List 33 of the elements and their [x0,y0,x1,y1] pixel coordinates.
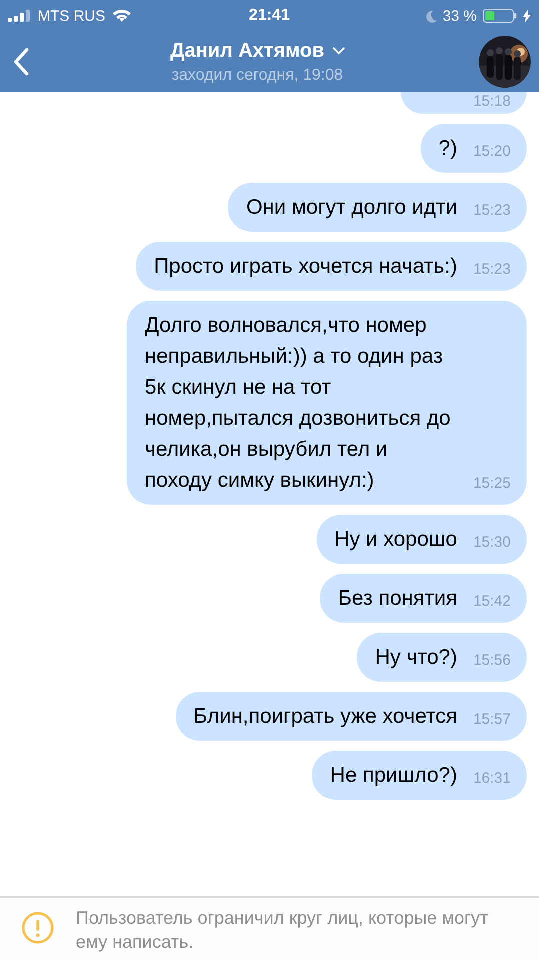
message-time: 16:31 [473,769,511,789]
message-time: 15:25 [473,474,511,494]
message-time: 15:23 [473,201,511,221]
message-time: 15:30 [473,533,511,553]
charging-icon [523,10,532,22]
battery-icon [483,9,518,23]
message-text: Просто играть хочется начать:) [154,254,458,280]
message-time: 15:57 [473,710,511,730]
message-text: Ну что?) [375,645,458,671]
message-text: Ну и хорошо [334,527,458,553]
warning-icon [22,912,54,944]
back-icon [13,48,29,76]
message-time: 15:42 [473,592,511,612]
contact-name[interactable]: Данил Ахтямов [170,40,325,62]
battery-percent: 33 % [442,8,478,24]
signal-icon [8,10,32,22]
message-time: 15:23 [473,260,511,280]
message-text: ?) [438,136,458,162]
message-text: Блин,поиграть уже хочется [194,704,458,730]
restriction-notice: Пользователь ограничил круг лиц, которые могут ему написать. [76,907,490,954]
clock-time: 21:41 [249,7,290,25]
wifi-icon [112,9,132,23]
moon-icon [424,10,437,22]
message-time: 15:20 [473,142,511,162]
chevron-down-icon[interactable] [332,47,345,55]
message-time: 15:18 [473,92,511,112]
carrier-name: MTS RUS [38,8,106,24]
message-text: Без понятия [338,586,458,612]
message-time: 15:56 [473,651,511,671]
message-text: Не пришло?) [330,763,458,789]
last-seen: заходил сегодня, 19:08 [172,66,344,84]
message-text: Долго волновался,что номер неправильный:)) а то один раз 5к скинул не на тот номер,пытался дозвониться до челика,он вырубил тел и походу симку выкинул:) [145,313,452,494]
message-text: Они могут долго идти [246,195,458,221]
